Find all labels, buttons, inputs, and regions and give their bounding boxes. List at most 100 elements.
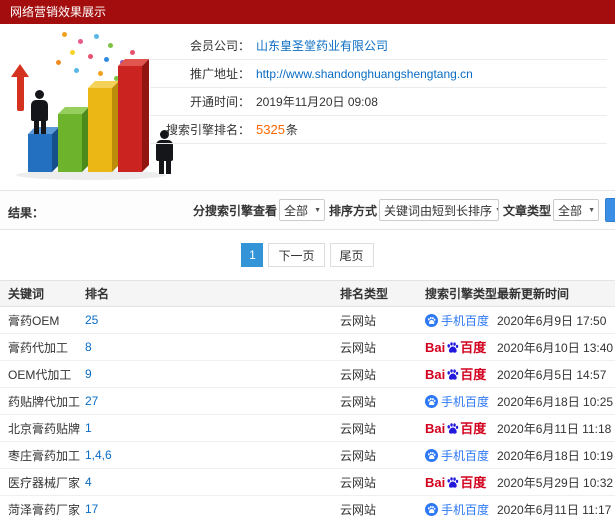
sort-filter-label: 排序方式 [329, 203, 378, 218]
rank-link[interactable]: 17 [85, 502, 98, 516]
marketing-report-page: 网络营销效果展示 会员公司： 山东皇圣堂药业有限公司 推广地址： http://… [0, 0, 615, 520]
engine-cell: Bai 百度 [425, 341, 497, 354]
table-header-row: 关键词 排名 排名类型 搜索引擎类型 最新更新时间 [0, 280, 615, 307]
rank-link[interactable]: 9 [85, 367, 92, 381]
engine-filter-value: 全部 [284, 203, 309, 218]
rank-type-cell: 云网站 [340, 340, 377, 355]
engine-cell: 手机百度 [425, 393, 497, 410]
baidu-paw-icon [446, 476, 459, 489]
baidu-paw-icon [446, 368, 459, 381]
page-title: 网络营销效果展示 [10, 5, 107, 19]
mobile-baidu-badge: 手机百度 [425, 501, 489, 518]
baidu-cn-text: 百度 [460, 367, 487, 381]
info-value[interactable]: 山东皇圣堂药业有限公司 [256, 37, 389, 54]
decorative-dot [88, 54, 93, 59]
sort-filter-select[interactable]: 关键词由短到长排序 ▼ [379, 199, 500, 221]
info-label: 开通时间： [189, 95, 250, 109]
keyword-cell: 医疗器械厂家 [8, 475, 81, 490]
updated-time-cell: 2020年6月11日 11:17 [497, 502, 612, 517]
result-label: 结果： [8, 206, 45, 220]
info-value: 5325条 [256, 121, 298, 138]
baidu-logo: Bai 百度 [425, 422, 486, 435]
rank-link[interactable]: 8 [85, 340, 92, 354]
rank-link[interactable]: 1,4,6 [85, 448, 112, 462]
header-rank-type: 排名类型 [340, 287, 389, 301]
info-table: 会员公司： 山东皇圣堂药业有限公司 推广地址： http://www.shand… [150, 32, 607, 144]
rank-link[interactable]: 27 [85, 394, 98, 408]
mobile-baidu-icon [425, 394, 438, 408]
rank-type-cell: 云网站 [340, 394, 377, 409]
rank-link[interactable]: 4 [85, 475, 92, 489]
table-row: 北京膏药贴牌 1 云网站 Bai 百度 2020年6月11日 11:18 [0, 415, 615, 442]
updated-time-cell: 2020年6月10日 13:40 [497, 340, 614, 355]
mobile-baidu-badge: 手机百度 [425, 312, 489, 329]
engine-filter-label: 分搜索引擎查看 [193, 203, 278, 218]
filter-controls: 分搜索引擎查看 全部 ▼ 排序方式 关键词由短到长排序 ▼ 文章类型 全部 ▼ … [193, 191, 615, 229]
keyword-cell: 膏药代加工 [8, 340, 69, 355]
header-engine-type: 搜索引擎类型 [425, 287, 497, 301]
mobile-baidu-label: 手机百度 [441, 448, 490, 463]
last-page-button[interactable]: 尾页 [329, 243, 374, 267]
mobile-baidu-badge: 手机百度 [425, 393, 489, 410]
keyword-cell: 药贴牌代加工 [8, 394, 81, 409]
info-value-suffix: 条 [285, 123, 298, 137]
info-label: 会员公司： [189, 39, 250, 53]
baidu-logo: Bai 百度 [425, 476, 486, 489]
info-value[interactable]: http://www.shandonghuangshengtang.cn [256, 67, 474, 81]
baidu-bai-text: Bai [425, 421, 446, 435]
article-type-select[interactable]: 全部 ▼ [553, 199, 600, 221]
decorative-dot [62, 32, 67, 37]
next-page-button[interactable]: 下一页 [268, 243, 325, 267]
engine-cell: Bai 百度 [425, 422, 497, 435]
table-row: 菏泽膏药厂家 17 云网站 手机百度 2020年6月11日 11:17 [0, 496, 615, 520]
mobile-baidu-label: 手机百度 [441, 394, 490, 409]
person-figure-left [29, 90, 51, 134]
keyword-cell: OEM代加工 [8, 367, 72, 382]
info-row: 开通时间： 2019年11月20日 09:08 [150, 88, 607, 116]
rank-link[interactable]: 1 [85, 421, 92, 435]
submit-button[interactable]: 提交 [605, 198, 615, 222]
filter-bar: 结果： 分搜索引擎查看 全部 ▼ 排序方式 关键词由短到长排序 ▼ 文章类型 全… [0, 190, 615, 230]
decorative-dot [70, 50, 75, 55]
baidu-cn-text: 百度 [460, 475, 487, 489]
table-row: 药贴牌代加工 27 云网站 手机百度 2020年6月18日 10:25 [0, 388, 615, 415]
decorative-dot [56, 60, 61, 65]
rank-type-cell: 云网站 [340, 367, 377, 382]
chevron-down-icon: ▼ [314, 206, 322, 214]
table-row: 膏药代加工 8 云网站 Bai 百度 2020年6月10日 13:40 [0, 334, 615, 361]
keyword-cell: 枣庄膏药加工 [8, 448, 81, 463]
rank-type-cell: 云网站 [340, 313, 377, 328]
chevron-down-icon: ▼ [495, 207, 498, 214]
engine-filter-select[interactable]: 全部 ▼ [279, 199, 326, 221]
article-type-value: 全部 [558, 203, 583, 218]
baidu-logo: Bai 百度 [425, 341, 486, 354]
article-type-label: 文章类型 [503, 203, 552, 218]
baidu-cn-text: 百度 [460, 421, 487, 435]
chart-bar-red [118, 66, 142, 172]
page-1-button[interactable]: 1 [241, 243, 264, 267]
results-table: 关键词 排名 排名类型 搜索引擎类型 最新更新时间 膏药OEM 25 云网站 手… [0, 280, 615, 520]
info-value-text: http://www.shandonghuangshengtang.cn [256, 66, 473, 81]
engine-cell: Bai 百度 [425, 368, 497, 381]
info-value-text: 山东皇圣堂药业有限公司 [256, 39, 389, 53]
mobile-baidu-icon [425, 448, 438, 462]
table-row: 枣庄膏药加工 1,4,6 云网站 手机百度 2020年6月18日 10:19 [0, 442, 615, 469]
chart-bar-gold [88, 88, 112, 172]
info-section: 会员公司： 山东皇圣堂药业有限公司 推广地址： http://www.shand… [0, 24, 615, 190]
rank-link[interactable]: 25 [85, 313, 98, 327]
info-value-text: 2019年11月20日 09:08 [256, 95, 378, 109]
chart-bar-blue [28, 134, 52, 172]
engine-cell: Bai 百度 [425, 476, 497, 489]
engine-cell: 手机百度 [425, 501, 497, 518]
keyword-cell: 北京膏药贴牌 [8, 421, 81, 436]
table-row: OEM代加工 9 云网站 Bai 百度 2020年6月5日 14:57 [0, 361, 615, 388]
updated-time-cell: 2020年6月18日 10:25 [497, 394, 614, 409]
table-body: 膏药OEM 25 云网站 手机百度 2020年6月9日 17:50 膏药代加工 … [0, 307, 615, 520]
table-row: 膏药OEM 25 云网站 手机百度 2020年6月9日 17:50 [0, 307, 615, 334]
baidu-bai-text: Bai [425, 475, 446, 489]
keyword-cell: 膏药OEM [8, 313, 60, 328]
sort-filter-value: 关键词由短到长排序 [384, 203, 493, 218]
rank-type-cell: 云网站 [340, 475, 377, 490]
baidu-paw-icon [446, 422, 459, 435]
mobile-baidu-badge: 手机百度 [425, 447, 489, 464]
